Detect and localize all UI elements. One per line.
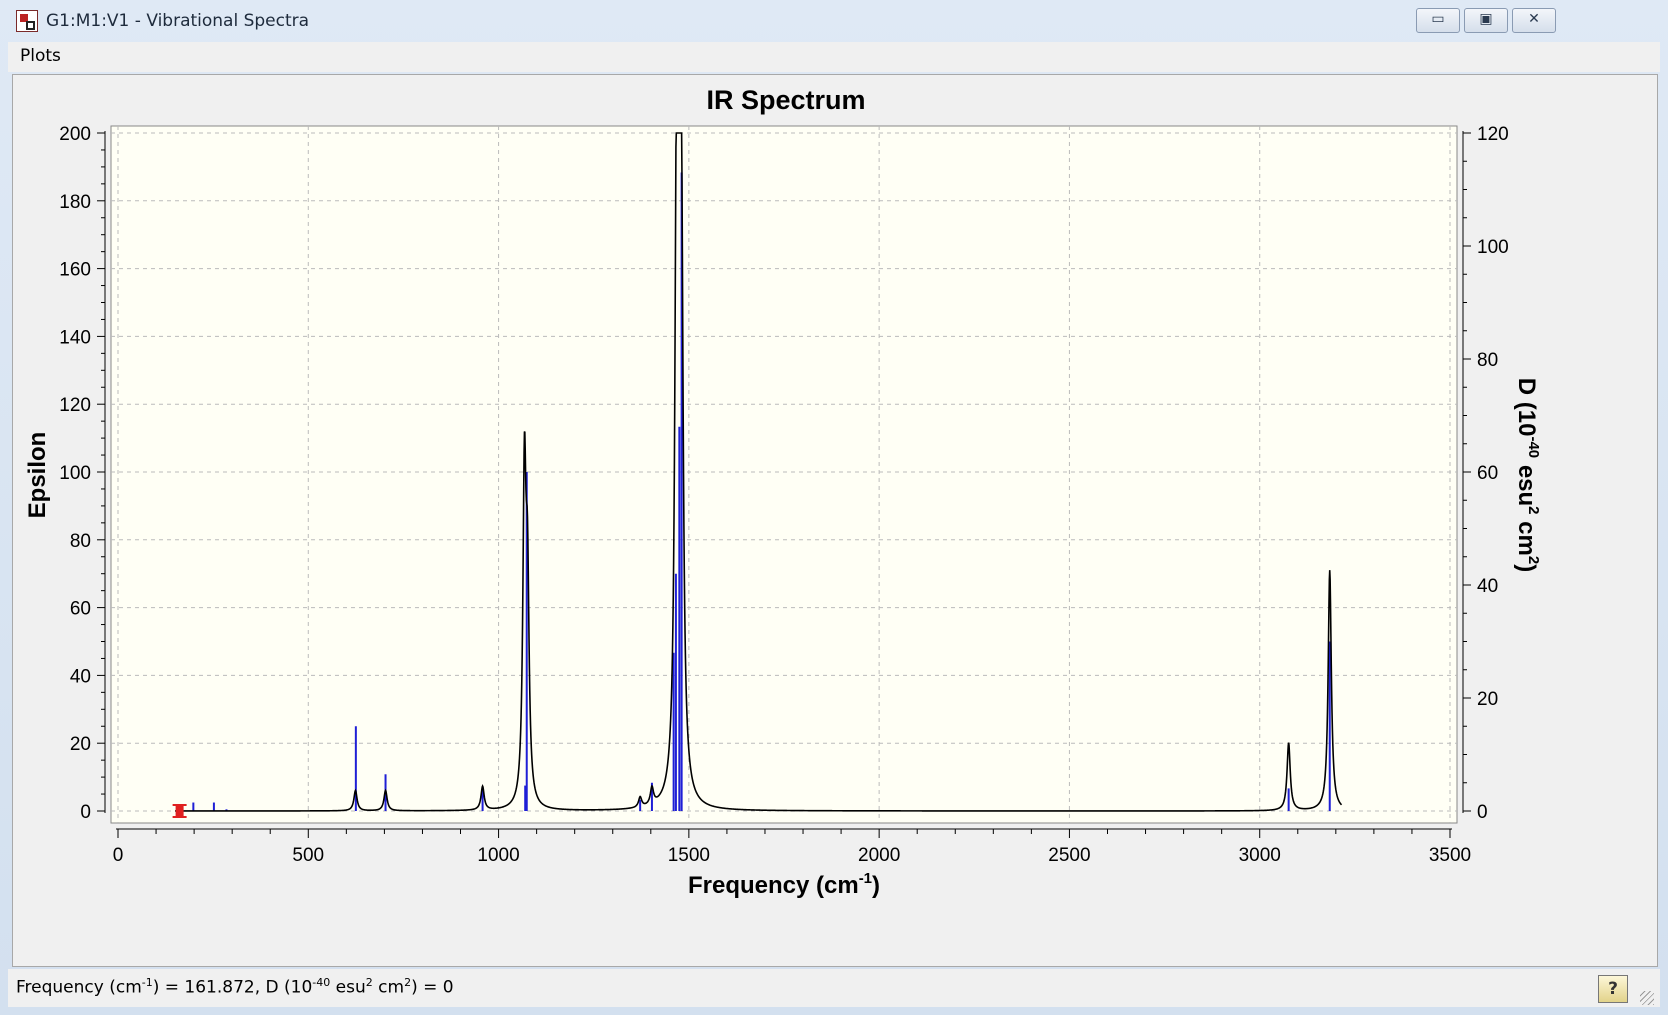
close-button[interactable]: ✕ bbox=[1512, 8, 1556, 33]
y2-tick-label: 40 bbox=[1477, 576, 1498, 597]
y-tick-label: 20 bbox=[70, 734, 91, 755]
vibrational-spectra-window: G1:M1:V1 - Vibrational Spectra ▭ ▣ ✕ Plo… bbox=[0, 0, 1668, 1015]
plot-area[interactable] bbox=[110, 125, 1458, 824]
y2-axis-label: D (10-40 esu2 cm2) bbox=[1513, 378, 1542, 572]
y-tick-label: 80 bbox=[70, 531, 91, 552]
y2-tick-label: 120 bbox=[1477, 124, 1509, 145]
x-tick-label: 2000 bbox=[858, 845, 900, 866]
x-tick-label: 2500 bbox=[1048, 845, 1090, 866]
y-tick-label: 140 bbox=[59, 327, 91, 348]
x-axis-label: Frequency (cm-1) bbox=[688, 870, 880, 899]
y-tick-label: 40 bbox=[70, 666, 91, 687]
close-icon: ✕ bbox=[1528, 11, 1540, 27]
y-tick-label: 120 bbox=[59, 395, 91, 416]
status-d-sup: -40 bbox=[312, 976, 331, 989]
y2-tick-label: 20 bbox=[1477, 689, 1498, 710]
x-tick-label: 1500 bbox=[668, 845, 710, 866]
maximize-icon: ▣ bbox=[1479, 11, 1493, 27]
y-tick-label: 100 bbox=[59, 463, 91, 484]
x-tick-label: 0 bbox=[113, 845, 124, 866]
title-bar[interactable]: G1:M1:V1 - Vibrational Spectra ▭ ▣ ✕ bbox=[0, 0, 1668, 42]
x-tick-label: 3500 bbox=[1429, 845, 1471, 866]
cursor-box bbox=[175, 806, 184, 816]
menu-plots[interactable]: Plots bbox=[20, 46, 61, 66]
y-tick-label: 60 bbox=[70, 599, 91, 620]
y-tick-label: 0 bbox=[80, 802, 91, 823]
status-freq-label: Frequency (cm bbox=[16, 977, 142, 998]
y2-tick-label: 80 bbox=[1477, 350, 1498, 371]
y2-tick-label: 0 bbox=[1477, 802, 1488, 823]
minimize-button[interactable]: ▭ bbox=[1416, 8, 1460, 33]
status-d-tail: cm bbox=[372, 977, 405, 998]
x-tick-label: 1000 bbox=[477, 845, 519, 866]
status-bar: Frequency (cm-1) = 161.872, D (10-40 esu… bbox=[8, 969, 1660, 1007]
app-icon[interactable] bbox=[16, 10, 38, 32]
status-freq-sup: -1 bbox=[141, 976, 153, 989]
y2-tick-label: 100 bbox=[1477, 237, 1509, 258]
help-icon[interactable]: ? bbox=[1598, 975, 1628, 1003]
y-tick-label: 180 bbox=[59, 192, 91, 213]
status-freq-value: ) = 161.872, D (10 bbox=[152, 977, 313, 998]
plot-panel[interactable]: IR Spectrum 0 20 40 60 80 100 120 140 160 180 200 … bbox=[12, 74, 1658, 967]
y2-tick-label: 60 bbox=[1477, 463, 1498, 484]
minimize-icon: ▭ bbox=[1431, 11, 1445, 27]
status-d-unit: esu bbox=[330, 977, 366, 998]
maximize-button[interactable]: ▣ bbox=[1464, 8, 1508, 33]
status-d-sup2: 2 bbox=[365, 976, 373, 989]
y-axis-right: 0 20 40 60 80 100 120 bbox=[1462, 124, 1509, 823]
x-axis: 0 500 1000 1500 2000 2500 3000 3500 bbox=[113, 828, 1471, 866]
x-tick-label: 3000 bbox=[1239, 845, 1281, 866]
window-title: G1:M1:V1 - Vibrational Spectra bbox=[46, 11, 310, 31]
menu-bar: Plots bbox=[8, 42, 1660, 72]
x-tick-label: 500 bbox=[292, 845, 324, 866]
resize-grip-icon[interactable] bbox=[1640, 991, 1654, 1005]
status-d-value: ) = 0 bbox=[411, 977, 454, 998]
y-axis-label: Epsilon bbox=[24, 432, 51, 519]
ir-spectrum-chart[interactable]: IR Spectrum 020406080100120140160180200 … bbox=[13, 75, 1657, 966]
y-tick-label: 160 bbox=[59, 260, 91, 281]
status-readout: Frequency (cm-1) = 161.872, D (10-40 esu… bbox=[16, 976, 454, 998]
y-tick-label: 200 bbox=[59, 124, 91, 145]
chart-title: IR Spectrum bbox=[706, 85, 865, 115]
y-axis-left: 0 20 40 60 80 100 120 140 160 180 200 bbox=[59, 124, 106, 823]
